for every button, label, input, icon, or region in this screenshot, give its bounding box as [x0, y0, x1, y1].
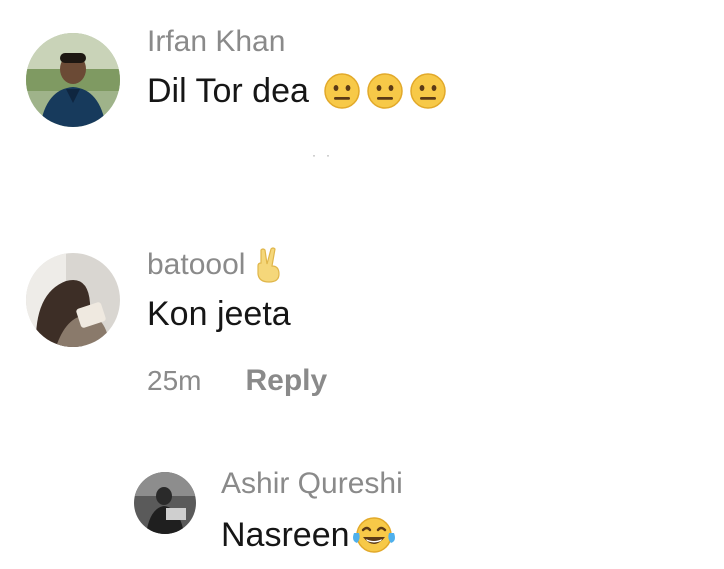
divider-dots: ·· — [312, 148, 340, 162]
face-with-tears-of-joy-icon — [352, 517, 395, 553]
victory-hand-icon — [257, 247, 281, 283]
comment-meta: 25m Reply — [147, 364, 327, 398]
comment-text: Kon jeeta — [147, 294, 291, 334]
avatar-ashir-qureshi[interactable] — [134, 472, 196, 534]
comments-panel: Irfan Khan Dil Tor dea ·· batoool Kon je… — [0, 0, 724, 569]
timestamp: 25m — [147, 365, 202, 396]
comment-body: Kon jeeta — [147, 295, 291, 333]
avatar-irfan-khan[interactable] — [26, 33, 120, 127]
comment-text: Dil Tor dea — [147, 71, 447, 111]
reply-body: Nasreen — [221, 516, 350, 554]
username-text: batoool — [147, 248, 246, 281]
avatar-batoool[interactable] — [26, 253, 120, 347]
comment-body: Dil Tor dea — [147, 72, 309, 110]
neutral-face-icon — [324, 73, 360, 109]
reply-username[interactable]: Ashir Qureshi — [221, 466, 403, 502]
comment-username[interactable]: batoool — [147, 246, 283, 284]
comment-username[interactable]: Irfan Khan — [147, 24, 285, 60]
reply-button[interactable]: Reply — [245, 364, 327, 398]
reply-text: Nasreen — [221, 515, 397, 555]
neutral-face-icon — [410, 73, 446, 109]
neutral-face-icon — [367, 73, 403, 109]
